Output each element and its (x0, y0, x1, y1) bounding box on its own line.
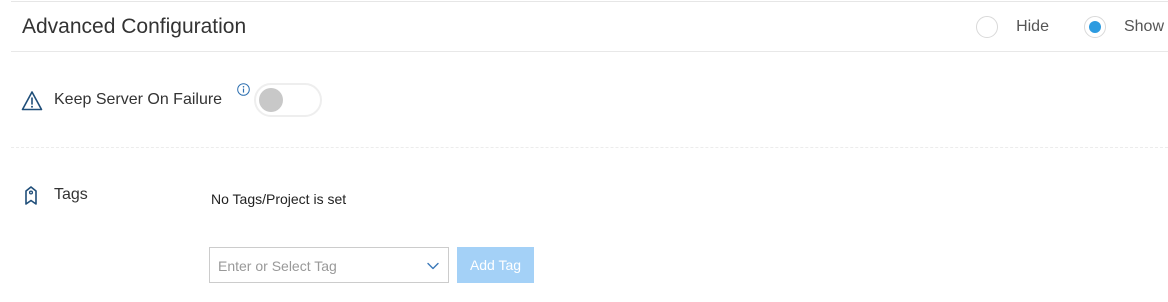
warning-icon (21, 90, 43, 112)
section-divider (11, 147, 1168, 148)
tag-icon (23, 185, 39, 207)
tags-label: Tags (54, 186, 88, 203)
hide-radio[interactable] (976, 16, 999, 38)
hide-radio-label[interactable]: Hide (1016, 18, 1049, 36)
chevron-down-icon[interactable] (426, 259, 440, 273)
tag-select-placeholder: Enter or Select Tag (218, 258, 337, 274)
advanced-configuration-panel: Advanced Configuration Hide Show Keep Se… (11, 0, 1168, 302)
radio-option-hide[interactable]: Hide (976, 16, 1049, 38)
radio-option-show[interactable]: Show (1083, 16, 1164, 38)
show-radio[interactable] (1083, 16, 1106, 38)
keep-server-row: Keep Server On Failure (11, 82, 411, 122)
show-radio-label[interactable]: Show (1124, 18, 1164, 36)
keep-server-toggle[interactable] (254, 83, 322, 117)
add-tag-button[interactable]: Add Tag (457, 247, 534, 283)
section-title: Advanced Configuration (22, 15, 247, 38)
section-header: Advanced Configuration Hide Show (11, 2, 1168, 52)
no-tags-message: No Tags/Project is set (211, 191, 347, 207)
info-icon[interactable] (237, 83, 250, 96)
tag-select-dropdown[interactable]: Enter or Select Tag (209, 247, 449, 283)
visibility-radio-group: Hide Show (976, 15, 1168, 39)
toggle-knob (259, 88, 283, 112)
keep-server-label: Keep Server On Failure (54, 91, 223, 108)
